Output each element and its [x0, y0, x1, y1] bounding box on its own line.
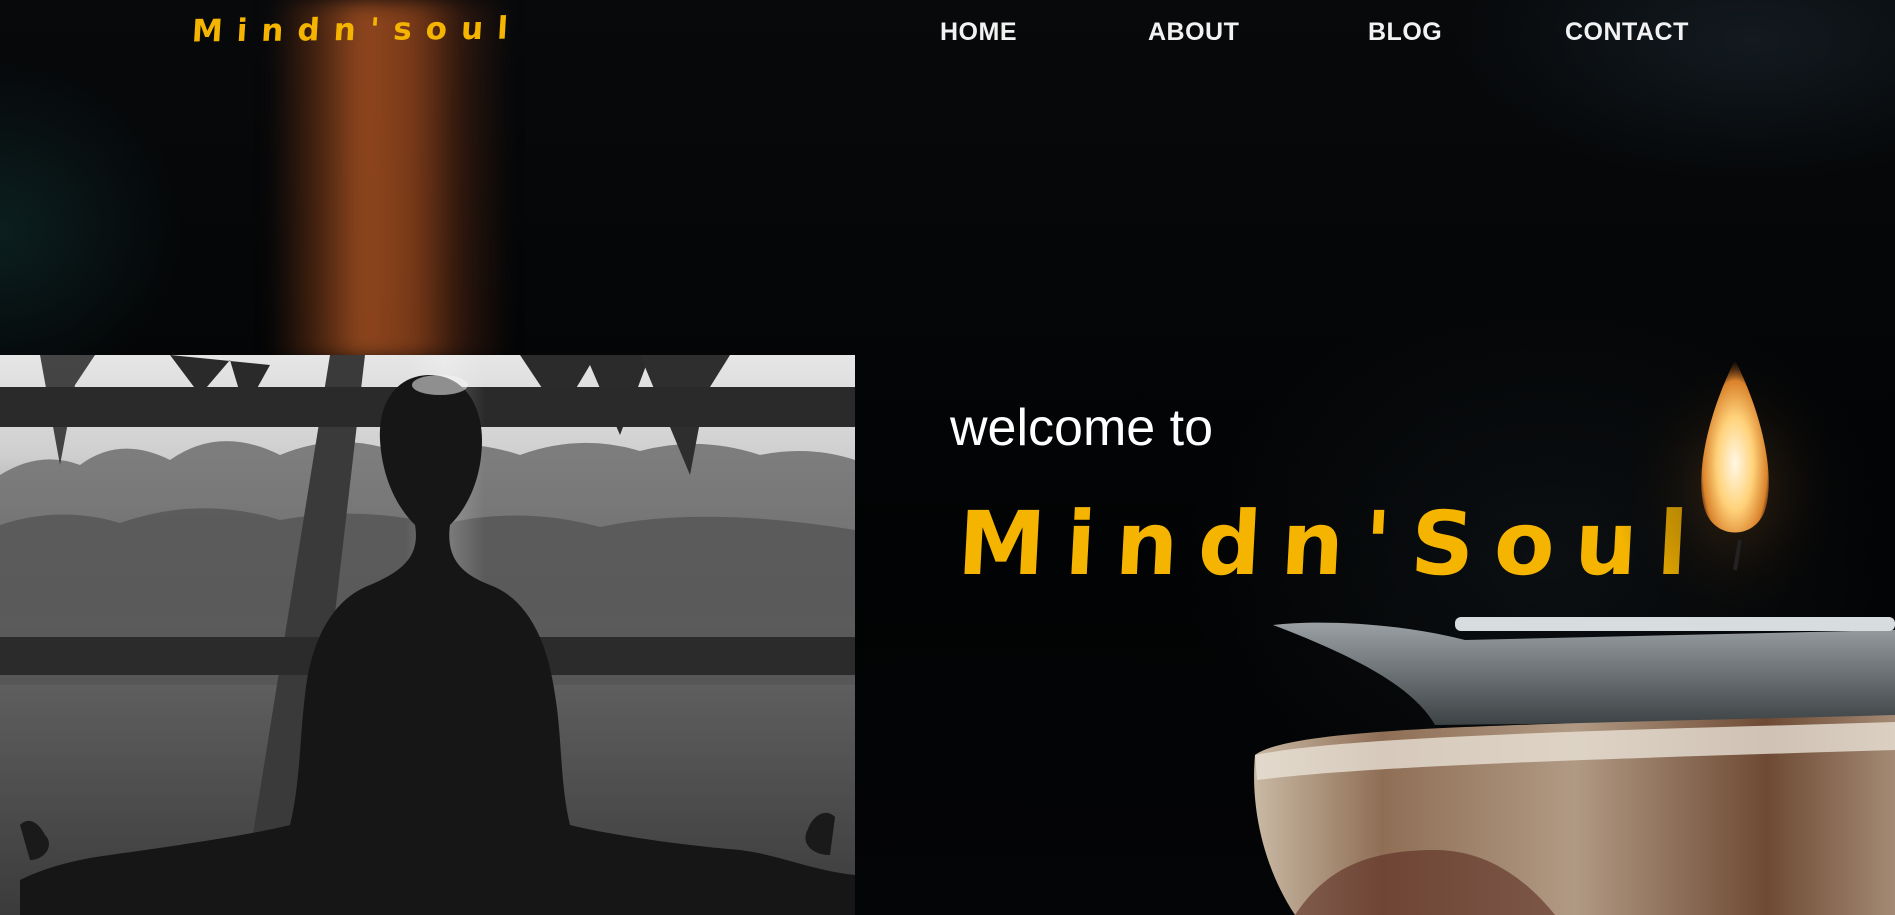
site-header: Mindn'soul HOME ABOUT BLOG CONTACT: [0, 0, 1895, 70]
main-nav: HOME ABOUT BLOG CONTACT: [0, 18, 1895, 52]
welcome-text: welcome to: [950, 399, 1213, 457]
nav-home-link[interactable]: HOME: [940, 18, 1017, 47]
nav-about-link[interactable]: ABOUT: [1148, 18, 1239, 47]
nav-contact-link[interactable]: CONTACT: [1565, 18, 1689, 47]
nav-blog-link[interactable]: BLOG: [1368, 18, 1442, 47]
landing-page: Mindn'soul HOME ABOUT BLOG CONTACT welco…: [0, 0, 1895, 915]
candle-lamp-photo: [1235, 330, 1895, 915]
meditation-photo: [0, 355, 855, 915]
